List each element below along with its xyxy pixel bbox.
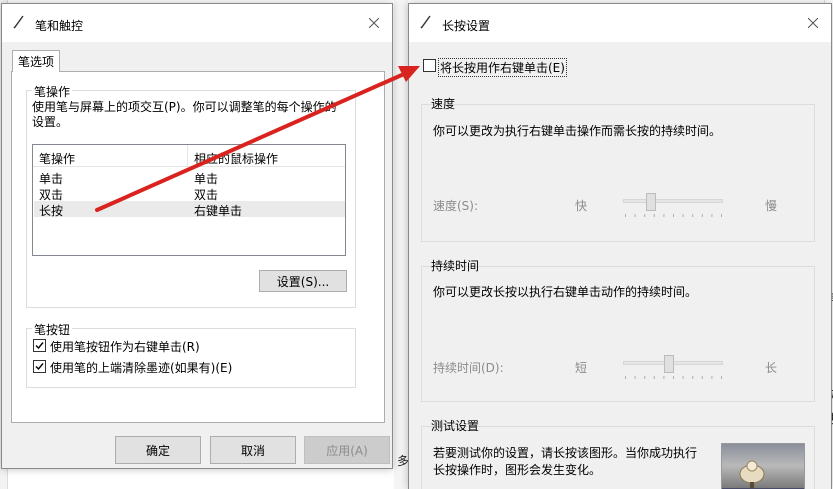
list-header: 笔操作 相应的鼠标操作 <box>33 145 345 167</box>
list-item-selected[interactable]: 长按 右键单击 <box>34 201 345 218</box>
slider-tick <box>625 214 626 217</box>
slider-tick <box>634 376 636 379</box>
close-icon <box>808 18 818 28</box>
pen-icon <box>13 15 24 29</box>
speed-section-title: 速度 <box>431 97 456 111</box>
column-header-pen-action[interactable]: 笔操作 <box>39 150 75 167</box>
dialog-title: 长按设置 <box>442 19 491 33</box>
test-section-title: 测试设置 <box>431 419 480 433</box>
slider-tick <box>663 214 665 217</box>
slider-tick <box>663 376 665 379</box>
slider-tick <box>673 376 674 379</box>
press-and-hold-dialog: 长按设置 将长按用作右键单击(E) 速度 你可以更改为执行右键单击操作而需长按的… <box>408 3 832 489</box>
duration-min-label: 短 <box>575 361 588 375</box>
pen-buttons-group <box>26 328 356 388</box>
slider-tick <box>692 214 694 217</box>
ok-button[interactable]: 确定 <box>115 436 201 464</box>
pen-and-touch-dialog: 笔和触控 笔选项 笔操作 使用笔与屏幕上的项交互(P)。你可以调整笔的每个操作的… <box>1 3 393 469</box>
erase-ink-checkbox[interactable] <box>33 360 46 373</box>
slider-tick <box>644 214 646 217</box>
right-click-checkbox-label[interactable]: 使用笔按钮作为右键单击(R) <box>50 338 200 355</box>
close-button[interactable] <box>356 4 392 42</box>
list-item[interactable]: 单击 单击 <box>34 169 345 186</box>
column-header-mouse-action[interactable]: 相应的鼠标操作 <box>194 150 278 167</box>
close-button[interactable] <box>795 4 831 42</box>
slider-tick <box>721 214 722 217</box>
press-hold-enable-label[interactable]: 将长按用作右键单击(E) <box>438 58 567 77</box>
press-hold-enable-checkbox[interactable] <box>423 59 436 72</box>
apply-button[interactable]: 应用(A) <box>304 436 390 464</box>
slider-tick <box>721 376 722 379</box>
checkmark-icon <box>35 342 44 350</box>
slider-tick <box>701 214 703 217</box>
slider-tick <box>682 214 684 217</box>
test-description-line1: 若要测试你的设置，请长按该图形。当你成功执行 <box>433 446 698 460</box>
group-label: 笔操作 <box>32 83 73 100</box>
duration-slider-ticks <box>625 376 722 379</box>
column-divider[interactable] <box>187 145 188 167</box>
slider-tick <box>644 376 646 379</box>
title-bar: 笔和触控 <box>2 4 392 42</box>
pen-action-cell: 长按 <box>39 204 64 218</box>
speed-max-label: 慢 <box>765 199 778 213</box>
duration-max-label: 长 <box>765 361 778 375</box>
close-icon <box>369 18 379 28</box>
list-item[interactable]: 双击 双击 <box>34 185 345 202</box>
slider-tick <box>701 376 703 379</box>
pen-icon <box>420 15 431 29</box>
speed-slider-track[interactable] <box>623 199 723 203</box>
pen-actions-description: 使用笔与屏幕上的项交互(P)。你可以调整笔的每个操作的设置。 <box>32 100 337 129</box>
speed-slider-label: 速度(S): <box>433 199 479 213</box>
cancel-button[interactable]: 取消 <box>210 436 296 464</box>
slider-tick <box>682 376 684 379</box>
speed-description: 你可以更改为执行右键单击操作而需长按的持续时间。 <box>433 124 722 138</box>
slider-tick <box>692 376 694 379</box>
speed-slider-thumb[interactable] <box>645 193 656 211</box>
speed-slider-ticks <box>625 214 722 217</box>
slider-tick <box>653 376 655 379</box>
lamp-image <box>722 460 804 489</box>
background-window-middle <box>394 0 408 489</box>
title-bar: 长按设置 <box>409 4 831 42</box>
erase-ink-checkbox-label[interactable]: 使用笔的上端清除墨迹(如果有)(E) <box>50 359 232 376</box>
right-click-checkbox[interactable] <box>33 339 46 352</box>
pen-actions-list[interactable]: 笔操作 相应的鼠标操作 单击 单击 双击 双击 长按 右键单击 <box>32 144 346 256</box>
dialog-title: 笔和触控 <box>35 19 84 33</box>
test-graphic[interactable] <box>721 443 805 489</box>
slider-tick <box>653 214 655 217</box>
slider-tick <box>634 214 636 217</box>
settings-button[interactable]: 设置(S)... <box>259 270 347 292</box>
tab-pen-options[interactable]: 笔选项 <box>12 50 60 72</box>
duration-slider-label: 持续时间(D): <box>433 361 504 375</box>
slider-tick <box>625 376 626 379</box>
duration-description: 你可以更改长按以执行右键单击动作的持续时间。 <box>433 285 698 299</box>
checkmark-icon <box>35 363 44 371</box>
slider-tick <box>711 376 713 379</box>
test-description-line2: 长按操作时，图形会发生变化。 <box>433 463 602 477</box>
tab-panel: 笔操作 使用笔与屏幕上的项交互(P)。你可以调整笔的每个操作的设置。 笔操作 相… <box>11 71 385 423</box>
speed-min-label: 快 <box>575 199 588 213</box>
slider-tick <box>711 214 713 217</box>
duration-section-title: 持续时间 <box>431 259 480 273</box>
group-label: 笔按钮 <box>32 321 73 338</box>
slider-tick <box>673 214 674 217</box>
duration-slider-thumb[interactable] <box>663 355 674 373</box>
mouse-action-cell: 右键单击 <box>194 204 243 218</box>
